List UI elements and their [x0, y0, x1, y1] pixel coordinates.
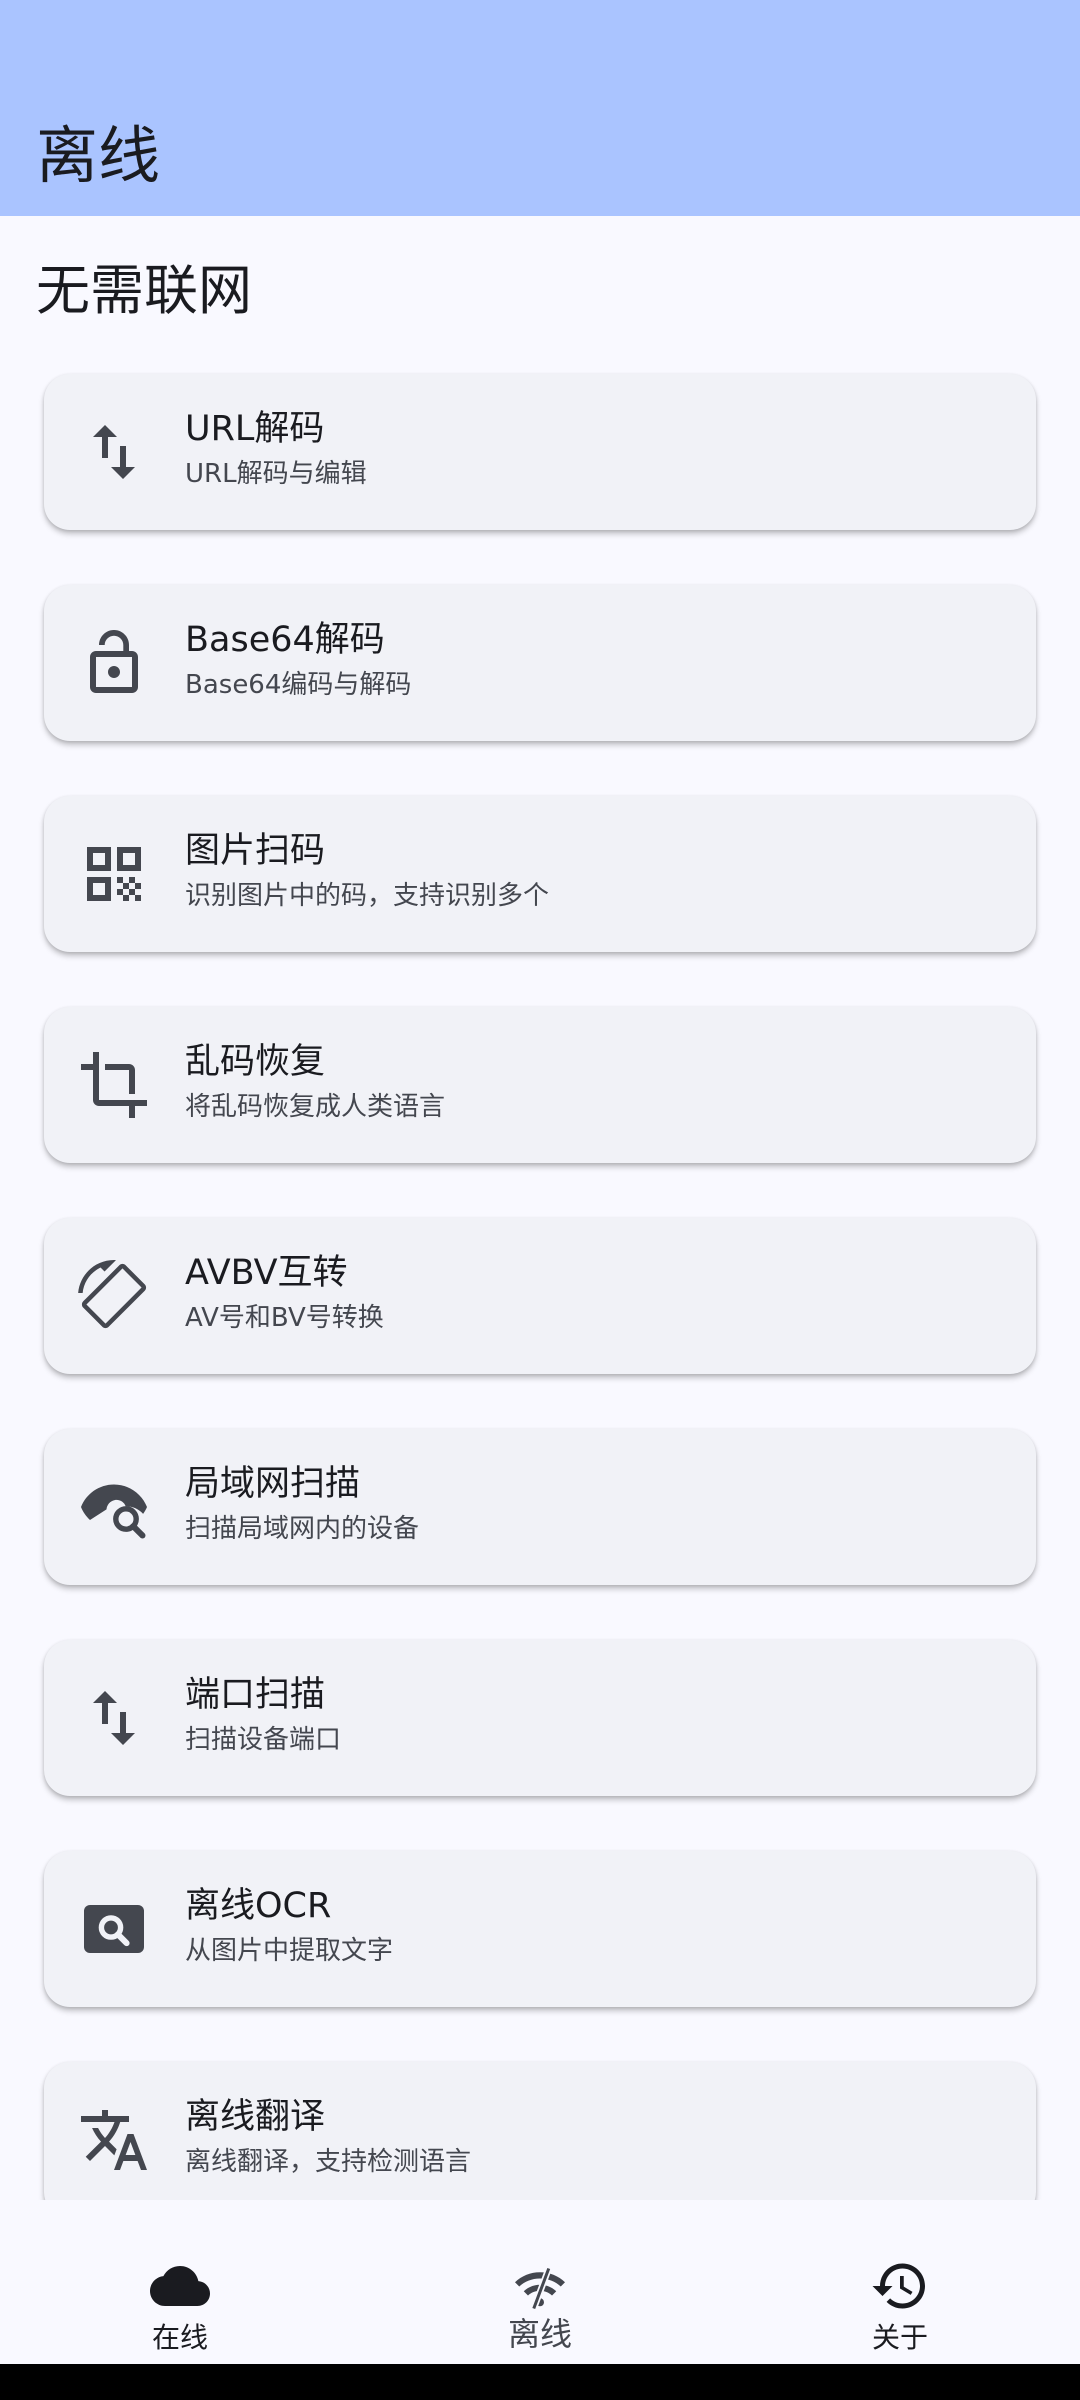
nav-label: 关于: [871, 2321, 928, 2354]
eye-search-icon: [78, 1471, 150, 1543]
tool-title: 离线OCR: [185, 1886, 332, 1926]
tool-card-image-scan[interactable]: 图片扫码 识别图片中的码，支持识别多个: [44, 796, 1036, 952]
tool-card-base64[interactable]: Base64解码 Base64编码与解码: [44, 585, 1036, 741]
tool-title: AVBV互转: [185, 1253, 348, 1293]
tool-card-port-scan[interactable]: 端口扫描 扫描设备端口: [44, 1640, 1036, 1796]
qr-code-icon: [78, 838, 150, 910]
tool-card-offline-translate[interactable]: 离线翻译 离线翻译，支持检测语言: [44, 2062, 1036, 2200]
tool-list-scroll[interactable]: 无需联网 URL解码 URL解码与编辑 Base64解码 Base64编码与解码…: [0, 216, 1080, 2200]
cloud-icon: [150, 2256, 210, 2316]
page-title: 离线: [36, 119, 161, 192]
tool-subtitle: 从图片中提取文字: [185, 1936, 394, 1966]
image-search-icon: [78, 1893, 150, 1965]
swap-vert-icon: [78, 1682, 150, 1754]
tool-card-offline-ocr[interactable]: 离线OCR 从图片中提取文字: [44, 1851, 1036, 2007]
tool-subtitle: URL解码与编辑: [185, 459, 367, 489]
tool-title: Base64解码: [185, 620, 385, 660]
tool-title: 端口扫描: [185, 1675, 326, 1715]
history-icon: [870, 2256, 930, 2316]
section-title: 无需联网: [36, 259, 252, 322]
lock-open-icon: [78, 627, 150, 699]
tool-title: 局域网扫描: [185, 1464, 361, 1504]
tool-card-garble-fix[interactable]: 乱码恢复 将乱码恢复成人类语言: [44, 1007, 1036, 1163]
tool-card-avbv[interactable]: AVBV互转 AV号和BV号转换: [44, 1218, 1036, 1374]
top-app-bar: 离线: [0, 0, 1080, 216]
tool-title: 图片扫码: [185, 831, 326, 871]
wifi-off-icon: [510, 2256, 570, 2316]
tool-card-lan-scan[interactable]: 局域网扫描 扫描局域网内的设备: [44, 1429, 1036, 1585]
nav-item-offline[interactable]: 离线: [360, 2234, 720, 2364]
nav-item-online[interactable]: 在线: [0, 2234, 360, 2364]
system-navigation-bar: [0, 2364, 1080, 2400]
tool-title: 离线翻译: [185, 2097, 326, 2137]
nav-item-about[interactable]: 关于: [720, 2234, 1080, 2364]
tool-subtitle: Base64编码与解码: [185, 670, 412, 700]
tool-subtitle: 识别图片中的码，支持识别多个: [185, 881, 550, 911]
tool-title: 乱码恢复: [185, 1042, 326, 1082]
crop-icon: [78, 1049, 150, 1121]
swap-vert-icon: [78, 416, 150, 488]
tool-subtitle: AV号和BV号转换: [185, 1303, 384, 1333]
tool-subtitle: 将乱码恢复成人类语言: [185, 1092, 446, 1122]
tool-card-url-decode[interactable]: URL解码 URL解码与编辑: [44, 374, 1036, 530]
nav-label: 在线: [151, 2321, 208, 2354]
tool-subtitle: 离线翻译，支持检测语言: [185, 2147, 472, 2177]
app-screen: 离线 无需联网 URL解码 URL解码与编辑 Base64解码 Base64编码…: [0, 0, 1080, 2400]
tool-subtitle: 扫描局域网内的设备: [185, 1514, 420, 1544]
bottom-navigation: 在线 离线 关于: [0, 2234, 1080, 2364]
nav-label: 离线: [507, 2315, 572, 2353]
tool-subtitle: 扫描设备端口: [185, 1725, 342, 1755]
rotate-icon: [78, 1260, 150, 1332]
tool-title: URL解码: [185, 409, 325, 449]
translate-icon: [78, 2104, 150, 2176]
